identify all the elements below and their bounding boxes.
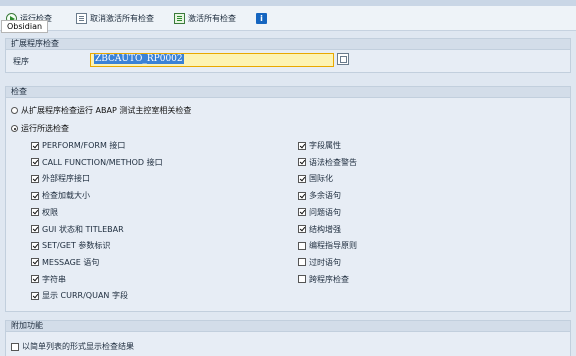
- radio-button[interactable]: [11, 107, 18, 114]
- check-checkbox[interactable]: [298, 141, 306, 150]
- check-checkbox[interactable]: [31, 191, 39, 200]
- activate-icon: [174, 12, 185, 24]
- checks-group: 检查 从扩展程序检查运行 ABAP 测试主控室相关检查 运行所选检查 PERFO…: [5, 86, 571, 312]
- check-label: 字段属性: [309, 141, 341, 150]
- check-label: PERFORM/FORM 接口: [42, 141, 126, 150]
- deactivate-icon: [76, 12, 87, 24]
- check-item[interactable]: 国际化: [298, 173, 333, 184]
- check-label: 检查加载大小: [42, 191, 90, 201]
- check-item[interactable]: 编程指导原则: [298, 240, 357, 251]
- check-label: 编程指导原则: [309, 241, 357, 251]
- radio-selected-checks[interactable]: 运行所选检查: [11, 123, 69, 134]
- check-item[interactable]: 跨程序检查: [298, 274, 349, 285]
- check-checkbox[interactable]: [31, 291, 39, 300]
- check-item[interactable]: 外部程序接口: [31, 173, 90, 184]
- activate-all-label: 激活所有检查: [188, 13, 236, 23]
- activate-all-checks-button[interactable]: 激活所有检查: [174, 11, 236, 25]
- check-label: 国际化: [309, 174, 333, 184]
- cancel-all-checks-button[interactable]: 取消激活所有检查: [76, 11, 154, 25]
- check-label: 跨程序检查: [309, 274, 349, 284]
- simple-list-label: 以简单列表的形式显示检查结果: [22, 342, 134, 351]
- check-checkbox[interactable]: [298, 208, 306, 217]
- simple-list-checkbox[interactable]: [11, 342, 19, 351]
- check-label: 语法检查警告: [309, 157, 357, 167]
- radio-button[interactable]: [11, 125, 18, 132]
- check-checkbox[interactable]: [298, 174, 306, 183]
- additional-group: 附加功能 以简单列表的形式显示检查结果: [5, 320, 571, 356]
- check-label: 过时语句: [309, 257, 341, 267]
- check-item[interactable]: 字符串: [31, 274, 66, 285]
- check-item[interactable]: GUI 状态和 TITLEBAR: [31, 224, 124, 235]
- radio-atc-checks[interactable]: 从扩展程序检查运行 ABAP 测试主控室相关检查: [11, 105, 191, 116]
- check-item[interactable]: 字段属性: [298, 140, 341, 151]
- program-input-value: ZBCAUTO_RP0002: [94, 54, 184, 64]
- check-label: MESSAGE 语句: [42, 257, 100, 267]
- check-label: 多余语句: [309, 191, 341, 201]
- check-checkbox[interactable]: [31, 225, 39, 233]
- check-checkbox[interactable]: [31, 258, 39, 267]
- check-item[interactable]: SET/GET 参数标识: [31, 240, 110, 251]
- check-item[interactable]: 权限: [31, 207, 58, 218]
- check-item[interactable]: MESSAGE 语句: [31, 257, 99, 268]
- check-label: 结构增强: [309, 224, 341, 234]
- check-label: SET/GET 参数标识: [42, 241, 111, 251]
- tooltip: Obsidian: [1, 20, 49, 33]
- info-icon: i: [256, 12, 267, 24]
- check-label: GUI 状态和 TITLEBAR: [42, 224, 124, 234]
- check-label: 问题语句: [309, 207, 341, 217]
- check-checkbox[interactable]: [298, 158, 306, 167]
- check-item[interactable]: CALL FUNCTION/METHOD 接口: [31, 157, 163, 168]
- check-label: 权限: [42, 207, 58, 217]
- check-item[interactable]: 结构增强: [298, 224, 341, 235]
- check-item[interactable]: 检查加载大小: [31, 190, 90, 201]
- application-toolbar: 运行检查 取消激活所有检查 激活所有检查 i: [0, 6, 576, 31]
- check-checkbox[interactable]: [31, 174, 39, 183]
- cancel-all-label: 取消激活所有检查: [90, 13, 154, 23]
- radio-selected-label: 运行所选检查: [21, 124, 69, 133]
- check-item[interactable]: 问题语句: [298, 207, 341, 218]
- check-checkbox[interactable]: [31, 241, 39, 250]
- info-button[interactable]: i: [256, 11, 267, 25]
- check-label: 外部程序接口: [42, 174, 90, 184]
- program-input[interactable]: ZBCAUTO_RP0002: [90, 53, 334, 67]
- check-checkbox[interactable]: [298, 275, 306, 284]
- additional-group-title: 附加功能: [6, 321, 570, 332]
- check-item[interactable]: 过时语句: [298, 257, 341, 268]
- check-checkbox[interactable]: [298, 191, 306, 200]
- program-group-title: 扩展程序检查: [6, 39, 570, 50]
- check-label: CALL FUNCTION/METHOD 接口: [42, 157, 163, 167]
- check-checkbox[interactable]: [31, 141, 39, 150]
- check-item[interactable]: 多余语句: [298, 190, 341, 201]
- radio-atc-label: 从扩展程序检查运行 ABAP 测试主控室相关检查: [21, 106, 192, 115]
- program-group: 扩展程序检查 程序 ZBCAUTO_RP0002: [5, 38, 571, 73]
- program-label: 程序: [13, 57, 29, 66]
- check-label: 字符串: [42, 274, 66, 284]
- check-item[interactable]: 语法检查警告: [298, 157, 357, 168]
- simple-list-option[interactable]: 以简单列表的形式显示检查结果: [11, 341, 134, 352]
- check-checkbox[interactable]: [298, 258, 306, 267]
- check-checkbox[interactable]: [31, 158, 39, 167]
- check-item[interactable]: PERFORM/FORM 接口: [31, 140, 125, 151]
- check-checkbox[interactable]: [31, 275, 39, 284]
- check-checkbox[interactable]: [31, 208, 39, 217]
- value-help-button[interactable]: [337, 53, 349, 65]
- checks-group-title: 检查: [6, 87, 570, 98]
- check-label: 显示 CURR/QUAN 字段: [42, 291, 128, 301]
- check-checkbox[interactable]: [298, 225, 306, 233]
- check-item[interactable]: 显示 CURR/QUAN 字段: [31, 290, 128, 301]
- check-checkbox[interactable]: [298, 241, 306, 250]
